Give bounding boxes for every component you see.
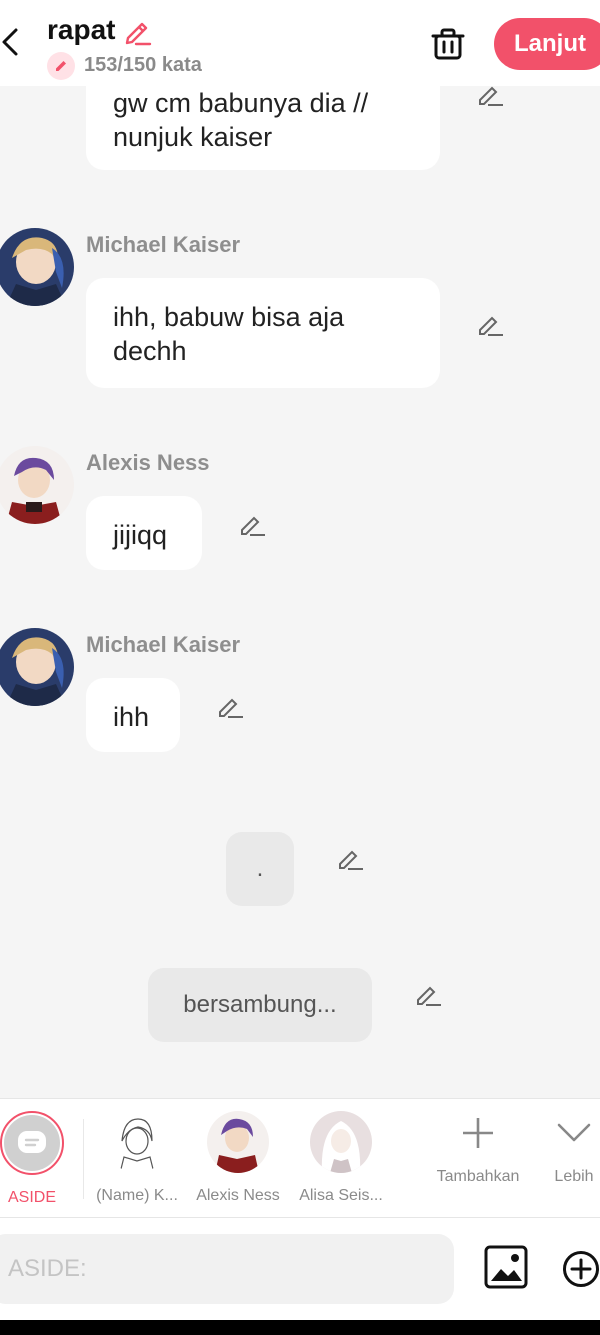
character-avatar bbox=[106, 1111, 168, 1173]
add-circle-icon[interactable] bbox=[562, 1250, 600, 1288]
edit-pencil-icon[interactable] bbox=[414, 980, 442, 1008]
word-count-pencil-icon bbox=[47, 52, 75, 80]
message-bubble[interactable]: ihh, babuw bisa aja dechh bbox=[86, 278, 440, 388]
edit-pencil-icon[interactable] bbox=[216, 692, 244, 720]
edit-pencil-icon[interactable] bbox=[336, 844, 364, 872]
message-text: jijiqq bbox=[113, 520, 168, 550]
message-text: gw cm babunya dia // nunjuk kaiser bbox=[113, 88, 369, 152]
image-icon[interactable] bbox=[484, 1245, 528, 1289]
character-name: Alisa Seis... bbox=[299, 1187, 383, 1204]
character-name: (Name) K... bbox=[96, 1187, 178, 1204]
edit-pencil-icon[interactable] bbox=[476, 86, 504, 108]
top-bar: rapat 153/150 kata Lanjut bbox=[0, 0, 600, 86]
character-avatar bbox=[310, 1111, 372, 1173]
message-bubble[interactable]: jijiqq bbox=[86, 496, 202, 570]
edit-pencil-icon[interactable] bbox=[238, 510, 266, 538]
edit-title-pencil-icon[interactable] bbox=[122, 16, 152, 46]
chat-bubble-icon bbox=[18, 1131, 46, 1153]
character-alisa[interactable]: Alisa Seis... bbox=[286, 1111, 396, 1205]
narration-bubble[interactable]: . bbox=[226, 832, 294, 906]
character-aside[interactable]: ASIDE bbox=[0, 1111, 87, 1207]
chat-area: gw cm babunya dia // nunjuk kaiser Micha… bbox=[0, 86, 600, 1098]
message-text: ihh bbox=[113, 702, 150, 732]
word-count: 153/150 kata bbox=[84, 54, 202, 76]
narration-text: bersambung... bbox=[183, 991, 337, 1018]
character-name: Alexis Ness bbox=[196, 1187, 280, 1204]
sender-name: Michael Kaiser bbox=[86, 632, 241, 657]
edit-pencil-icon[interactable] bbox=[476, 310, 504, 338]
character-name-k[interactable]: (Name) K... bbox=[82, 1111, 192, 1205]
system-nav-bar bbox=[0, 1320, 600, 1335]
aside-avatar bbox=[0, 1111, 64, 1175]
back-arrow-icon[interactable] bbox=[0, 24, 22, 60]
message-bubble[interactable]: ihh bbox=[86, 678, 180, 752]
avatar-michael-kaiser bbox=[0, 228, 74, 306]
avatar-michael-kaiser bbox=[0, 628, 74, 706]
character-selector: ASIDE (Name) K... Alexis Ness Alisa Seis… bbox=[0, 1098, 600, 1218]
character-name: ASIDE bbox=[7, 1189, 56, 1206]
character-alexis-ness[interactable]: Alexis Ness bbox=[183, 1111, 293, 1205]
sender-name: Michael Kaiser bbox=[86, 232, 241, 257]
add-label: Tambahkan bbox=[436, 1168, 520, 1185]
next-button[interactable]: Lanjut bbox=[494, 18, 600, 70]
add-character-button[interactable]: Tambahkan bbox=[428, 1115, 528, 1186]
more-label: Lebih bbox=[554, 1168, 594, 1185]
character-avatar bbox=[207, 1111, 269, 1173]
narration-bubble[interactable]: bersambung... bbox=[148, 968, 372, 1042]
sender-name: Alexis Ness bbox=[86, 450, 210, 475]
narration-text: . bbox=[256, 855, 264, 882]
trash-icon[interactable] bbox=[430, 26, 466, 62]
message-text: ihh, babuw bisa aja dechh bbox=[113, 302, 345, 366]
more-button[interactable]: Lebih bbox=[524, 1115, 600, 1186]
message-bubble[interactable]: gw cm babunya dia // nunjuk kaiser bbox=[86, 86, 440, 170]
story-title[interactable]: rapat bbox=[47, 14, 115, 46]
message-input[interactable] bbox=[0, 1234, 454, 1304]
chevron-down-icon bbox=[557, 1123, 591, 1142]
plus-icon bbox=[463, 1118, 493, 1148]
avatar-alexis-ness bbox=[0, 446, 74, 524]
